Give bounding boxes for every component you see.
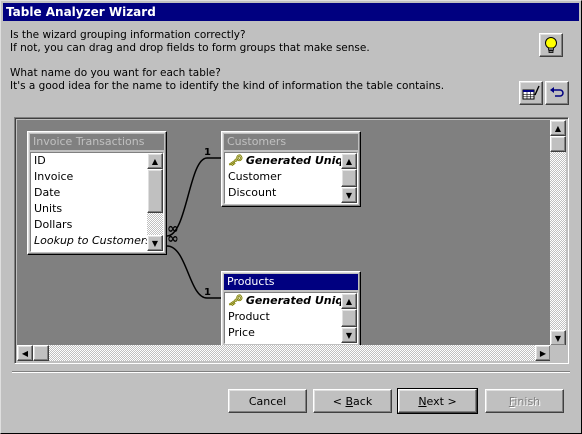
rename-table-button[interactable] <box>519 81 543 105</box>
field-item[interactable]: ID <box>31 153 163 169</box>
field-item[interactable]: Invoice <box>31 169 163 185</box>
next-button[interactable]: Next > <box>397 388 478 414</box>
lightbulb-icon <box>545 37 557 53</box>
table-title[interactable]: Customers <box>224 134 358 150</box>
field-item[interactable]: Customer <box>225 169 357 185</box>
scroll-down-button[interactable]: ▼ <box>341 187 357 203</box>
many-label-products: ∞ <box>167 231 179 247</box>
key-icon: 🗝 <box>228 294 242 307</box>
field-scrollbar[interactable]: ▲ ▼ <box>341 153 357 203</box>
canvas-horizontal-scrollbar[interactable]: ◀ ▶ <box>17 345 551 361</box>
field-item[interactable]: Product <box>225 309 357 325</box>
scroll-up-button[interactable]: ▲ <box>550 120 566 136</box>
canvas-vertical-scrollbar[interactable]: ▲ ▼ <box>550 120 566 346</box>
field-item[interactable]: Dollars <box>31 217 163 233</box>
undo-button[interactable] <box>545 81 569 105</box>
scroll-thumb[interactable] <box>33 345 49 361</box>
table-products[interactable]: Products 🗝 Generated Unique ID Product P… <box>221 271 361 346</box>
field-item[interactable]: Date <box>31 185 163 201</box>
back-label: < Back <box>333 395 372 408</box>
field-scrollbar[interactable]: ▲ ▼ <box>147 153 163 251</box>
field-item-key[interactable]: 🗝 Generated Unique ID <box>225 293 357 309</box>
relationship-line-products <box>166 245 222 299</box>
one-label-customers: 1 <box>204 147 211 158</box>
instruction-line-4: It's a good idea for the name to identif… <box>10 80 445 92</box>
scroll-down-button[interactable]: ▼ <box>550 330 566 346</box>
field-list[interactable]: 🗝 Generated Unique ID Customer Discount … <box>224 152 358 204</box>
scroll-thumb[interactable] <box>341 169 357 187</box>
instruction-line-1: Is the wizard grouping information corre… <box>10 29 246 41</box>
table-customers[interactable]: Customers 🗝 Generated Unique ID Customer… <box>221 131 361 207</box>
cancel-button[interactable]: Cancel <box>228 389 307 413</box>
finish-label: Finish <box>509 395 540 408</box>
table-title[interactable]: Invoice Transactions <box>30 134 164 150</box>
wizard-window: Table Analyzer Wizard Is the wizard grou… <box>0 0 582 434</box>
back-prefix: < <box>332 394 346 408</box>
instruction-line-3: What name do you want for each table? <box>10 67 221 79</box>
one-label-products: 1 <box>204 287 211 298</box>
back-accelerator: B <box>345 394 354 408</box>
scroll-right-button[interactable]: ▶ <box>535 345 551 361</box>
back-button[interactable]: < Back <box>313 389 392 413</box>
scroll-up-button[interactable]: ▲ <box>147 153 163 169</box>
scroll-up-button[interactable]: ▲ <box>341 293 357 309</box>
next-rest: ext > <box>426 394 457 408</box>
field-item[interactable]: Lookup to Customers <box>31 233 163 249</box>
field-item[interactable]: Discount <box>225 185 357 201</box>
field-item[interactable]: Price <box>225 325 357 341</box>
table-title[interactable]: Products <box>224 274 358 290</box>
scroll-up-button[interactable]: ▲ <box>341 153 357 169</box>
field-item-key[interactable]: 🗝 Generated Unique ID <box>225 153 357 169</box>
undo-icon <box>550 87 564 97</box>
field-scrollbar[interactable]: ▲ ▼ <box>341 293 357 343</box>
diagram-area[interactable]: 1 1 ∞ ∞ Invoice Transactions ID Invoice … <box>17 120 551 346</box>
scroll-corner <box>550 345 566 361</box>
scroll-left-button[interactable]: ◀ <box>17 345 33 361</box>
back-rest: ack <box>353 394 373 408</box>
scroll-thumb[interactable] <box>550 136 566 152</box>
finish-button[interactable]: Finish <box>485 389 564 413</box>
window-title: Table Analyzer Wizard <box>3 3 579 21</box>
field-list[interactable]: 🗝 Generated Unique ID Product Price ▲ ▼ <box>224 292 358 344</box>
instruction-line-2: If not, you can drag and drop fields to … <box>10 42 370 54</box>
scroll-thumb[interactable] <box>147 169 163 213</box>
table-diagram-canvas[interactable]: 1 1 ∞ ∞ Invoice Transactions ID Invoice … <box>14 117 569 364</box>
table-invoice-transactions[interactable]: Invoice Transactions ID Invoice Date Uni… <box>27 131 167 255</box>
scroll-thumb[interactable] <box>341 309 357 327</box>
cancel-label: Cancel <box>248 394 287 408</box>
next-accelerator: N <box>418 394 427 408</box>
field-list[interactable]: ID Invoice Date Units Dollars Lookup to … <box>30 152 164 252</box>
finish-rest: inish <box>514 394 541 408</box>
key-icon: 🗝 <box>228 154 242 167</box>
field-item[interactable]: Units <box>31 201 163 217</box>
scroll-down-button[interactable]: ▼ <box>341 327 357 343</box>
separator <box>12 371 570 373</box>
tips-button[interactable] <box>539 33 563 57</box>
scroll-down-button[interactable]: ▼ <box>147 235 163 251</box>
rename-table-icon <box>522 85 540 100</box>
next-label: Next > <box>418 395 456 408</box>
